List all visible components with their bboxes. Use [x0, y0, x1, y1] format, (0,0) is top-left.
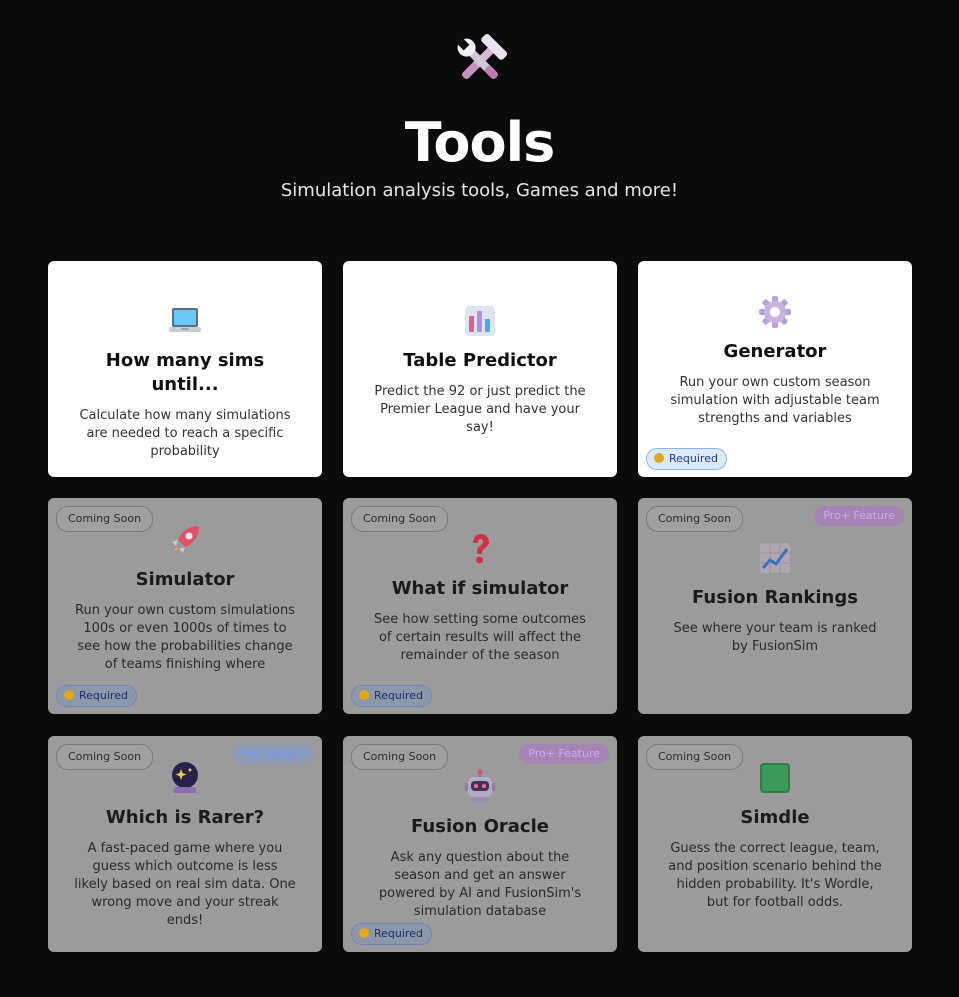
card-title: How many sims until... [105, 350, 265, 395]
coming-soon-badge: Coming Soon [351, 506, 449, 532]
pro-plus-badge: Pro+ Feature [519, 744, 609, 764]
card-description: Calculate how many simulations are neede… [79, 408, 291, 459]
card-title: Simdle [740, 807, 810, 828]
coin-icon [654, 453, 664, 463]
card-title: What if simulator [391, 578, 569, 599]
tool-card-how-many-sims[interactable]: How many sims until... Calculate how man… [48, 261, 322, 477]
card-description: Ask any question about the season and ge… [378, 850, 582, 919]
card-title: Simulator [135, 569, 235, 590]
required-badge: Required [646, 448, 727, 470]
card-description: See how setting some outcomes of certain… [374, 612, 586, 663]
coin-icon [64, 690, 74, 700]
card-title: Fusion Rankings [692, 587, 858, 608]
card-description: Run your own custom simulations 100s or … [75, 603, 295, 672]
page-subtitle: Simulation analysis tools, Games and mor… [280, 180, 679, 201]
crystal-ball-icon [172, 762, 198, 793]
green-square-icon [760, 763, 790, 793]
hammer-wrench-icon [457, 33, 508, 79]
required-badge: Required [351, 685, 432, 707]
tool-card-fusion-oracle: Coming Soon Pro+ Feature Fusion Oracle A… [343, 736, 617, 952]
page-title: Tools [404, 111, 556, 174]
coin-icon [359, 690, 369, 700]
pro-plus-badge: Pro+ Feature [814, 506, 904, 526]
tool-card-generator[interactable]: Generator Run your own custom season sim… [638, 261, 912, 477]
tool-card-which-is-rarer: Coming Soon Pro Feature Which is Rarer? … [48, 736, 322, 952]
card-description: Guess the correct league, team, and posi… [668, 841, 882, 910]
card-description: Run your own custom season simulation wi… [670, 375, 880, 426]
card-title: Generator [723, 341, 827, 362]
bar-chart-icon [465, 306, 495, 336]
coming-soon-badge: Coming Soon [351, 744, 449, 770]
coin-icon [359, 928, 369, 938]
tool-card-fusion-rankings: Coming Soon Pro+ Feature Fusion Rankings… [638, 498, 912, 714]
tool-card-simdle: Coming Soon Simdle Guess the correct lea… [638, 736, 912, 952]
card-title: Table Predictor [403, 350, 557, 371]
card-description: A fast-paced game where you guess which … [74, 841, 296, 928]
tool-card-table-predictor[interactable]: Table Predictor Predict the 92 or just p… [343, 261, 617, 477]
tools-page: Tools Simulation analysis tools, Games a… [0, 0, 959, 997]
question-mark-icon [473, 534, 489, 564]
coming-soon-badge: Coming Soon [646, 506, 744, 532]
trend-chart-icon [760, 543, 790, 573]
robot-icon [465, 769, 495, 802]
card-title: Fusion Oracle [411, 816, 549, 837]
required-badge: Required [56, 685, 137, 707]
card-description: See where your team is ranked by FusionS… [673, 621, 877, 654]
laptop-icon [169, 308, 201, 332]
required-badge: Required [351, 923, 432, 945]
tool-card-simulator: Coming Soon Simulator Run your own custo… [48, 498, 322, 714]
card-title: Which is Rarer? [105, 807, 265, 828]
tool-card-what-if-simulator: Coming Soon What if simulator See how se… [343, 498, 617, 714]
card-description: Predict the 92 or just predict the Premi… [374, 384, 586, 435]
rocket-icon [172, 526, 199, 553]
gear-icon [759, 296, 791, 328]
